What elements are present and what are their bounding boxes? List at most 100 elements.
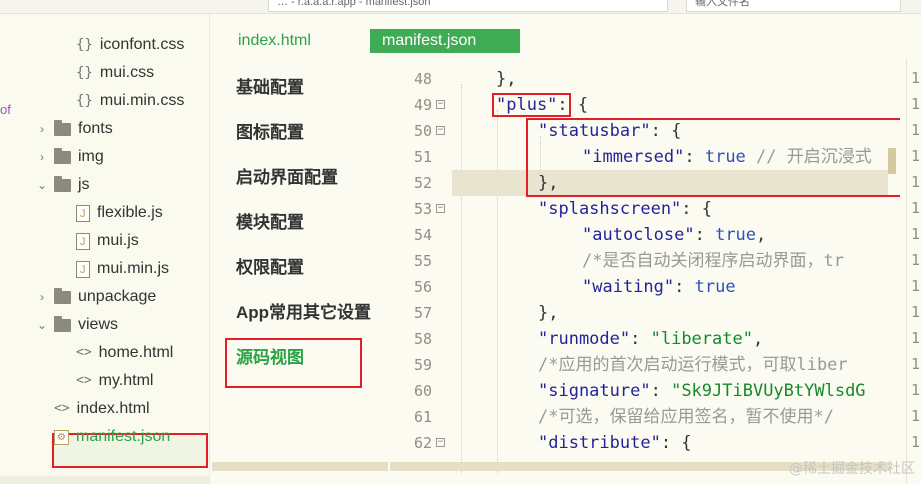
editor-scroll-thumb[interactable] xyxy=(888,148,896,174)
tree-item[interactable]: › fonts xyxy=(34,116,113,142)
statusbar-highlight-box xyxy=(526,118,900,197)
code-line[interactable]: 57}, xyxy=(390,300,900,326)
tree-item-label: my.html xyxy=(98,372,154,389)
fold-toggle-icon[interactable]: − xyxy=(436,126,445,135)
tree-item[interactable]: ⌄ views xyxy=(34,312,118,338)
tree-item[interactable]: › unpackage xyxy=(34,284,156,310)
tree-item[interactable]: {} iconfont.css xyxy=(76,32,184,58)
settings-nav-item[interactable]: 基础配置 xyxy=(236,74,304,102)
code-line[interactable]: 49− "plus": { xyxy=(390,92,900,118)
line-number: 1 xyxy=(911,303,921,321)
tree-item-label: iconfont.css xyxy=(99,36,185,53)
line-number: 1 xyxy=(911,147,921,165)
tree-item[interactable]: ⚙ manifest.json xyxy=(34,424,170,450)
tree-item-label: img xyxy=(78,148,104,165)
tree-item[interactable]: {} mui.css xyxy=(76,60,154,86)
code-line[interactable]: 60 "signature": "Sk9JTiBVUyBtYWlsdG xyxy=(390,378,900,404)
tree-item-label: mui.min.js xyxy=(97,260,170,277)
code-text: /*是否自动关闭程序启动界面，tr xyxy=(582,248,844,274)
top-toolbar: … - r.a.a.a.r.app - manifest.json 输入文件名 xyxy=(0,0,921,14)
tree-item[interactable]: <> my.html xyxy=(76,368,153,394)
line-number: 1 xyxy=(911,199,921,217)
line-number: 1 xyxy=(911,121,921,139)
tree-item-label: index.html xyxy=(76,400,150,417)
code-text: "autoclose": true, xyxy=(582,222,766,248)
tab-manifest-json[interactable]: manifest.json xyxy=(370,29,520,53)
settings-nav-item[interactable]: 模块配置 xyxy=(236,209,304,237)
tree-item[interactable]: mui.js xyxy=(76,228,139,255)
code-line[interactable]: 48}, xyxy=(390,66,900,92)
code-line[interactable]: 56 "waiting": true xyxy=(390,274,900,300)
code-line[interactable]: 59 /*应用的首次启动运行模式，可取liber xyxy=(390,352,900,378)
html-file-icon: <> xyxy=(76,345,92,360)
code-line[interactable]: 55 /*是否自动关闭程序启动界面，tr xyxy=(390,248,900,274)
tree-item[interactable]: <> home.html xyxy=(76,340,173,366)
code-token: "autoclose" xyxy=(582,225,695,245)
code-token: "runmode" xyxy=(538,329,631,349)
fold-toggle-icon[interactable]: − xyxy=(436,100,445,109)
code-line[interactable]: 62− "distribute": { xyxy=(390,430,900,456)
tree-item[interactable]: › img xyxy=(34,144,104,170)
line-number: 52 xyxy=(413,174,432,192)
code-token: , xyxy=(756,225,767,245)
tree-item[interactable]: flexible.js xyxy=(76,200,163,227)
line-number: 48 xyxy=(413,70,432,88)
settings-nav-item[interactable]: 启动界面配置 xyxy=(236,164,338,192)
settings-nav-item[interactable]: 图标配置 xyxy=(236,119,304,147)
search-tab[interactable]: 输入文件名 xyxy=(686,0,901,12)
line-number: 1 xyxy=(911,329,921,347)
tree-item-label: manifest.json xyxy=(76,428,171,445)
code-token: /*可选，保留给应用签名，暂不使用*/ xyxy=(538,407,834,427)
code-token: , xyxy=(752,329,764,349)
folder-icon xyxy=(54,175,71,192)
code-token: "signature" xyxy=(538,381,651,401)
chevron-down-icon[interactable]: ⌄ xyxy=(34,172,50,198)
tree-item[interactable]: <> index.html xyxy=(34,396,150,422)
code-token: : xyxy=(674,277,695,297)
line-number: 1 xyxy=(911,95,921,113)
line-number: 49 xyxy=(413,96,432,114)
chevron-right-icon[interactable]: › xyxy=(34,144,50,170)
code-line[interactable]: 54 "autoclose": true, xyxy=(390,222,900,248)
code-text: "distribute": { xyxy=(538,430,692,456)
code-token: : xyxy=(630,329,651,349)
tree-item[interactable]: mui.min.js xyxy=(76,256,170,283)
html-file-icon: <> xyxy=(76,373,92,388)
code-line[interactable]: 58 "runmode": "liberate", xyxy=(390,326,900,352)
line-number: 1 xyxy=(911,69,921,87)
code-token: : xyxy=(694,225,716,245)
code-token: true xyxy=(715,225,757,245)
folder-icon xyxy=(54,287,71,304)
fold-toggle-icon[interactable]: − xyxy=(436,204,445,213)
settings-nav-item[interactable]: App常用其它设置 xyxy=(236,299,371,327)
code-text: "waiting": true xyxy=(582,274,736,300)
chevron-right-icon[interactable]: › xyxy=(34,116,50,142)
json-file-icon: ⚙ xyxy=(54,429,69,445)
line-number: 1 xyxy=(911,277,921,295)
code-token: "Sk9JTiBVUyBtYWlsdG xyxy=(671,381,866,401)
css-file-icon: {} xyxy=(76,37,93,53)
line-number: 55 xyxy=(413,252,432,270)
tree-item[interactable]: ⌄ js xyxy=(34,172,90,198)
tab-index-html[interactable]: index.html xyxy=(226,29,323,53)
fold-toggle-icon[interactable]: − xyxy=(436,438,445,447)
code-line[interactable]: 53− "splashscreen": { xyxy=(390,196,900,222)
line-number: 51 xyxy=(413,148,432,166)
settings-nav-item[interactable]: 权限配置 xyxy=(236,254,304,282)
line-number: 1 xyxy=(911,173,921,191)
tree-scrollbar[interactable] xyxy=(0,476,210,484)
chevron-down-icon[interactable]: ⌄ xyxy=(34,312,50,338)
code-token: : xyxy=(650,381,672,401)
chevron-right-icon[interactable]: › xyxy=(34,284,50,310)
nav-scrollbar[interactable] xyxy=(212,462,388,471)
code-editor[interactable]: 48}, 49− "plus": {50− "statusbar": {51 "imme… xyxy=(390,58,900,484)
path-tab[interactable]: … - r.a.a.a.r.app - manifest.json xyxy=(268,0,668,12)
tree-item-label: mui.min.css xyxy=(99,92,185,109)
code-token: "liberate" xyxy=(650,329,753,349)
line-number: 50 xyxy=(413,122,432,140)
tree-item[interactable]: {} mui.min.css xyxy=(76,88,184,114)
line-number: 53 xyxy=(413,200,432,218)
code-text: }, xyxy=(538,300,558,326)
line-number: 59 xyxy=(413,356,432,374)
code-line[interactable]: 61 /*可选，保留给应用签名，暂不使用*/ xyxy=(390,404,900,430)
